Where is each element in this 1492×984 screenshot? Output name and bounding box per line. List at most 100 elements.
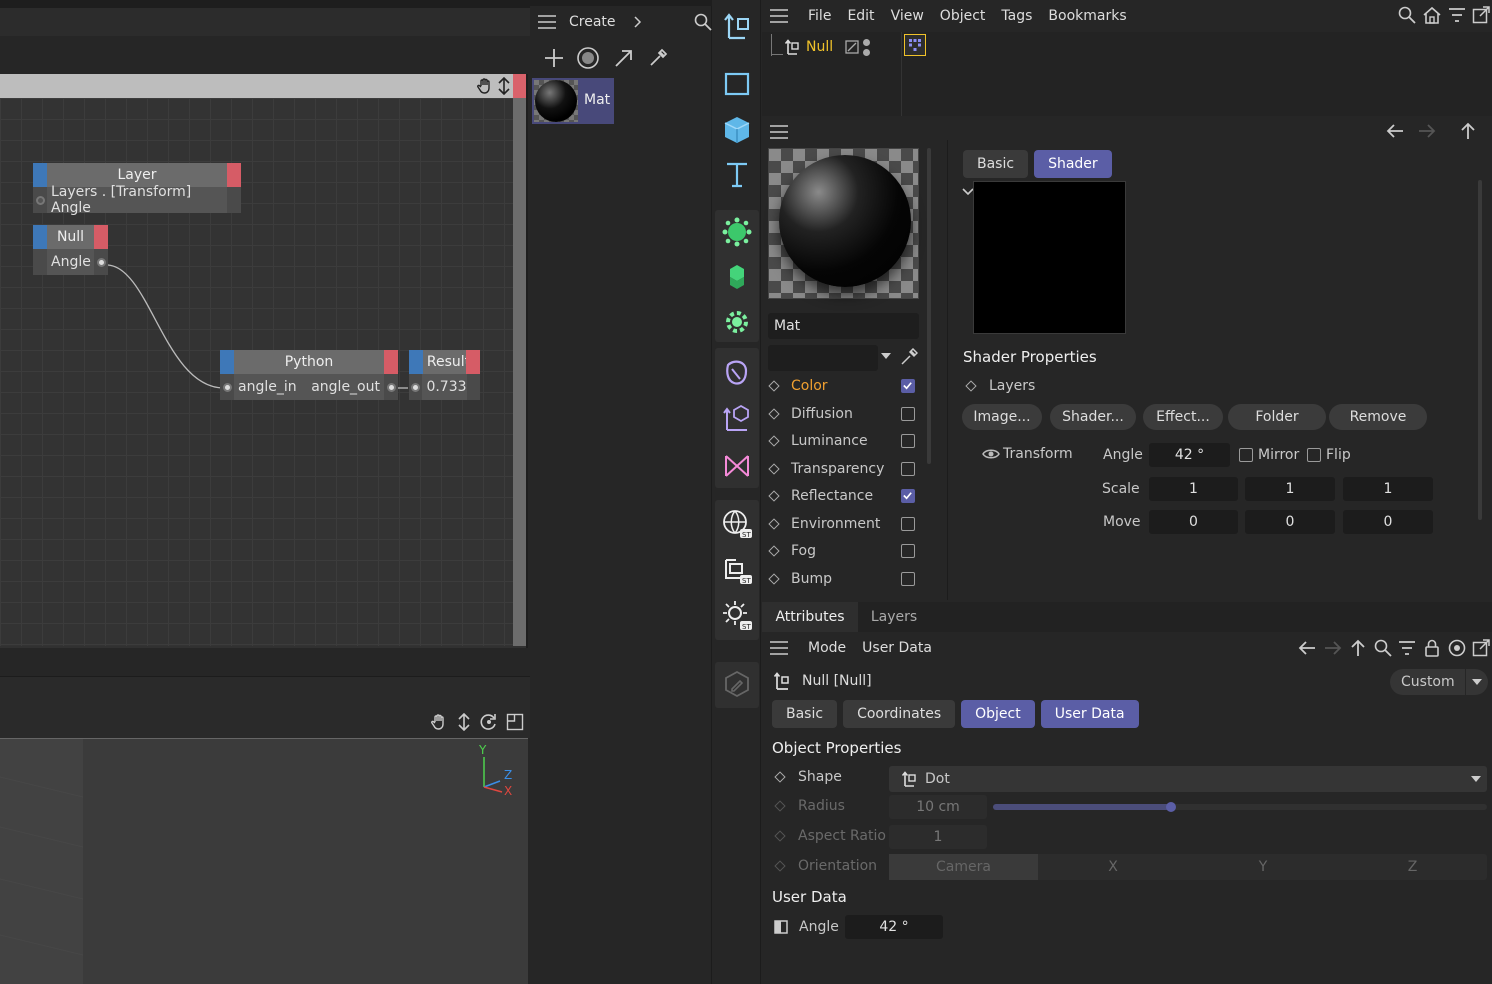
up-arrow-icon[interactable] <box>1460 122 1476 140</box>
viewport-rotate-icon[interactable] <box>480 713 498 731</box>
eyedropper-icon[interactable] <box>642 42 674 74</box>
menu-object[interactable]: Object <box>940 8 986 24</box>
channel-environment[interactable]: Environment <box>768 513 915 535</box>
xpresso-editor[interactable]: Layer Layers . [Transform] Angle Null An… <box>0 74 528 648</box>
mirror-toggle[interactable]: Mirror <box>1239 447 1299 463</box>
attr-tab-user-data[interactable]: User Data <box>1040 700 1139 728</box>
tool-light-st[interactable]: ST <box>717 596 757 636</box>
channel-luminance[interactable]: Luminance <box>768 430 915 452</box>
tab-shader[interactable]: Shader <box>1034 150 1112 178</box>
xpresso-scrollbar[interactable] <box>513 74 526 646</box>
shader-scrollbar[interactable] <box>1478 180 1482 520</box>
mirror-checkbox[interactable] <box>1239 448 1253 462</box>
channels-scrollbar[interactable] <box>927 148 931 464</box>
attr-tab-coordinates[interactable]: Coordinates <box>843 700 956 728</box>
shape-diamond-icon[interactable] <box>774 771 786 783</box>
matedit-eyedropper-icon[interactable] <box>900 348 918 366</box>
object-name-null[interactable]: Null <box>806 39 833 55</box>
channel-reflectance[interactable]: Reflectance <box>768 485 915 507</box>
create-menu[interactable]: Create <box>569 14 616 30</box>
tool-cloner[interactable] <box>717 212 757 252</box>
scale-x-field[interactable]: 1 <box>1149 477 1238 501</box>
scale-y-field[interactable]: 1 <box>1245 477 1335 501</box>
channel-fog[interactable]: Fog <box>768 540 915 562</box>
layer-node-out-port[interactable] <box>227 163 241 187</box>
menu-mode[interactable]: Mode <box>808 640 846 656</box>
material-preview[interactable] <box>768 148 919 299</box>
tool-deformer-bend[interactable] <box>717 352 757 392</box>
material-dropdown[interactable] <box>768 345 878 371</box>
menu-user-data[interactable]: User Data <box>862 640 932 656</box>
python-node-out-port[interactable] <box>384 350 398 374</box>
image-button[interactable]: Image... <box>962 404 1042 430</box>
channel-transparency-checkbox[interactable] <box>901 462 915 476</box>
user-angle-field[interactable]: 42 ° <box>845 915 943 939</box>
tool-cube[interactable] <box>717 110 757 150</box>
user-data-type-icon[interactable] <box>774 920 788 934</box>
shader-preview[interactable] <box>973 181 1126 334</box>
layer-node[interactable]: Layer Layers . [Transform] Angle <box>33 163 241 216</box>
attr-tab-basic[interactable]: Basic <box>772 700 838 728</box>
channel-reflectance-checkbox[interactable] <box>901 489 915 503</box>
flip-toggle[interactable]: Flip <box>1307 447 1351 463</box>
shape-caret-icon[interactable] <box>1471 775 1481 783</box>
material-tile[interactable]: Mat <box>532 78 614 124</box>
tab-basic[interactable]: Basic <box>963 150 1029 178</box>
channel-bump-checkbox[interactable] <box>901 572 915 586</box>
effect-button[interactable]: Effect... <box>1143 404 1223 430</box>
home-icon[interactable] <box>1423 6 1441 24</box>
hamburger-menu-icon[interactable] <box>538 15 556 29</box>
attr-hamburger-icon[interactable] <box>770 641 788 655</box>
menu-bookmarks[interactable]: Bookmarks <box>1048 8 1126 24</box>
add-icon[interactable] <box>538 42 570 74</box>
lock-icon[interactable] <box>1424 639 1440 657</box>
attr-tab-object[interactable]: Object <box>961 700 1035 728</box>
forward-arrow-icon[interactable] <box>1418 123 1436 139</box>
eye-icon[interactable] <box>982 448 1000 460</box>
new-window-icon[interactable] <box>1472 6 1490 24</box>
remove-button[interactable]: Remove <box>1329 404 1427 430</box>
channel-bump[interactable]: Bump <box>768 568 915 590</box>
channel-color-checkbox[interactable] <box>901 379 915 393</box>
null-angle-port-dot[interactable] <box>96 257 106 267</box>
flip-checkbox[interactable] <box>1307 448 1321 462</box>
move-y-field[interactable]: 0 <box>1245 510 1335 534</box>
attr-new-window-icon[interactable] <box>1472 639 1490 657</box>
scale-z-field[interactable]: 1 <box>1343 477 1433 501</box>
menu-file[interactable]: File <box>808 8 831 24</box>
tab-layers[interactable]: Layers <box>858 602 930 632</box>
move-z-field[interactable]: 0 <box>1343 510 1433 534</box>
attr-up-arrow-icon[interactable] <box>1350 639 1366 657</box>
tool-sky[interactable]: ST <box>717 504 757 544</box>
menu-view[interactable]: View <box>891 8 924 24</box>
tab-attributes[interactable]: Attributes <box>762 602 858 632</box>
move-vertical-icon[interactable] <box>496 77 512 95</box>
objman-search-icon[interactable] <box>1398 6 1416 24</box>
layer-check-icon[interactable] <box>845 40 859 54</box>
channel-color[interactable]: Color <box>768 375 915 397</box>
result-node[interactable]: Result 0.733 <box>409 350 480 400</box>
move-x-field[interactable]: 0 <box>1149 510 1238 534</box>
preset-dropdown[interactable]: Custom <box>1390 669 1488 695</box>
null-node-in-port[interactable] <box>33 225 47 249</box>
hand-pan-icon[interactable] <box>476 77 494 95</box>
result-node-out-port[interactable] <box>466 350 480 374</box>
object-row-null[interactable]: Null <box>784 36 871 58</box>
tool-fracture[interactable] <box>717 257 757 297</box>
tool-camera-field[interactable] <box>717 446 757 486</box>
channel-transparency[interactable]: Transparency <box>768 458 915 480</box>
null-node-header[interactable]: Null <box>33 225 108 249</box>
material-name-field[interactable]: Mat <box>768 313 919 339</box>
viewport[interactable]: Y Z X <box>0 738 528 984</box>
attr-search-icon[interactable] <box>1374 639 1392 657</box>
python-angle-out-dot[interactable] <box>386 382 396 392</box>
result-node-in-port[interactable] <box>409 350 423 374</box>
layer-node-in-port[interactable] <box>33 163 47 187</box>
python-node[interactable]: Python angle_in angle_out <box>220 350 398 400</box>
tool-effector[interactable] <box>717 302 757 342</box>
tool-rectangle[interactable] <box>717 64 757 104</box>
viewport-pan-icon[interactable] <box>430 713 448 731</box>
channel-luminance-checkbox[interactable] <box>901 434 915 448</box>
search-icon[interactable] <box>694 13 712 31</box>
tool-deformer-ffd[interactable] <box>717 397 757 437</box>
